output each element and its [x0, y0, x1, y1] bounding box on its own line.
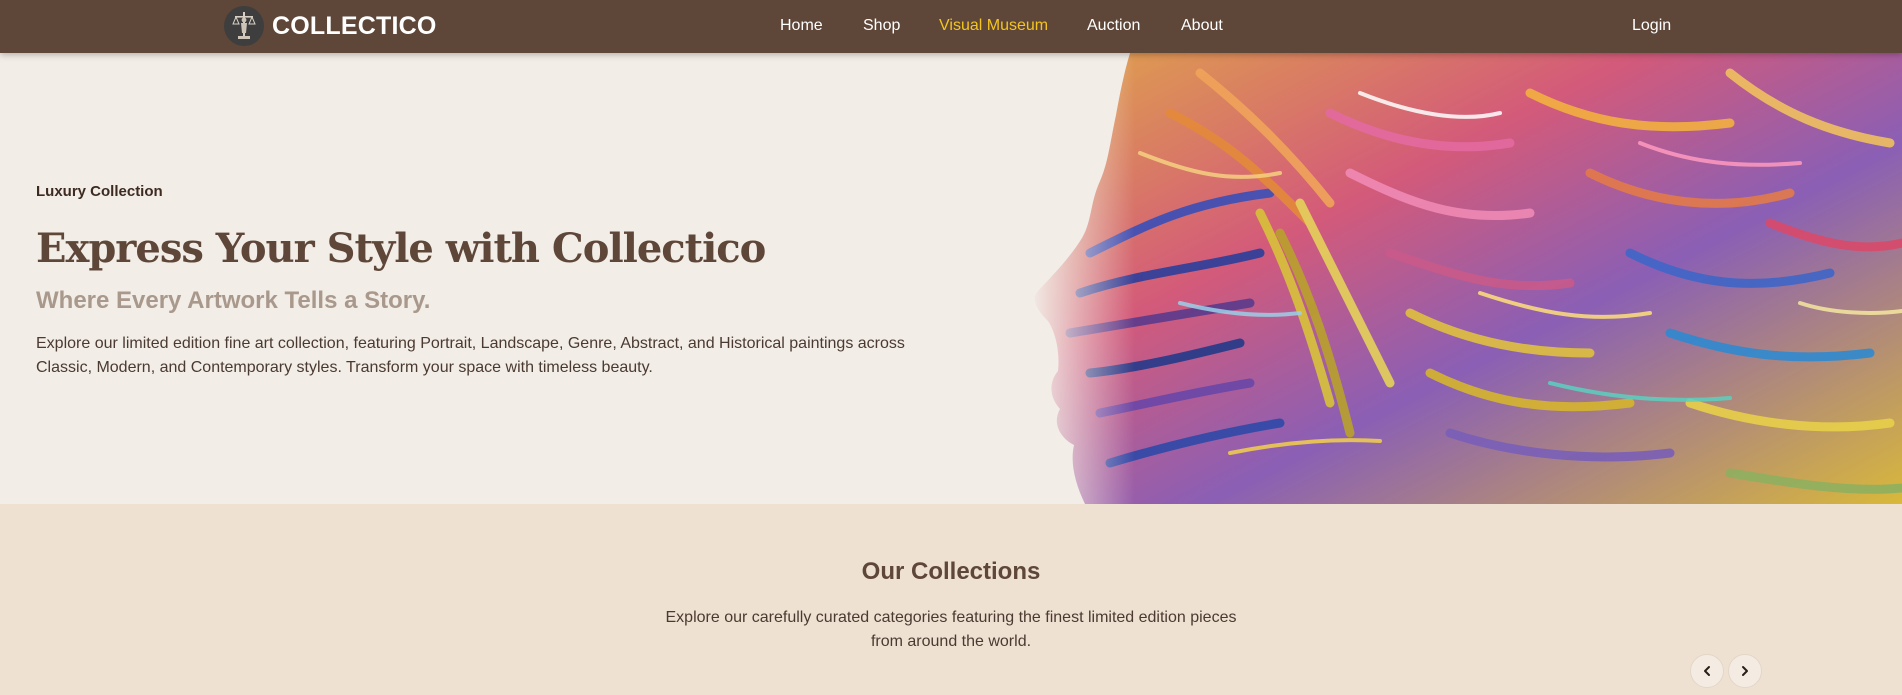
collections-title: Our Collections: [861, 558, 1041, 585]
hero-artwork-image: [1030, 53, 1902, 504]
nav-link-about[interactable]: About: [1181, 17, 1223, 35]
collections-section: Our Collections Explore our carefully cu…: [0, 504, 1902, 695]
hero-eyebrow: Luxury Collection: [36, 183, 163, 200]
hero-section: Luxury Collection Express Your Style wit…: [0, 53, 1902, 504]
chevron-right-icon: [1742, 666, 1748, 676]
nav-link-auction[interactable]: Auction: [1087, 17, 1140, 35]
nav-link-shop[interactable]: Shop: [863, 17, 900, 35]
collections-description: Explore our carefully curated categories…: [665, 609, 1237, 650]
nav-link-visual-museum[interactable]: Visual Museum: [939, 17, 1048, 35]
carousel-next-button[interactable]: [1728, 654, 1762, 688]
scales-statue-icon: [224, 6, 264, 46]
brand-logo[interactable]: COLLECTICO: [224, 6, 437, 46]
carousel-prev-button[interactable]: [1690, 654, 1724, 688]
chevron-left-icon: [1704, 666, 1710, 676]
nav-link-home[interactable]: Home: [780, 17, 823, 35]
hero-subtitle: Where Every Artwork Tells a Story.: [36, 287, 431, 314]
login-link[interactable]: Login: [1632, 17, 1671, 35]
hero-title: Express Your Style with Collectico: [36, 225, 766, 272]
brand-name: COLLECTICO: [272, 11, 437, 40]
top-navbar: COLLECTICO Home Shop Visual Museum Aucti…: [0, 0, 1902, 53]
hero-description: Explore our limited edition fine art col…: [36, 335, 905, 376]
